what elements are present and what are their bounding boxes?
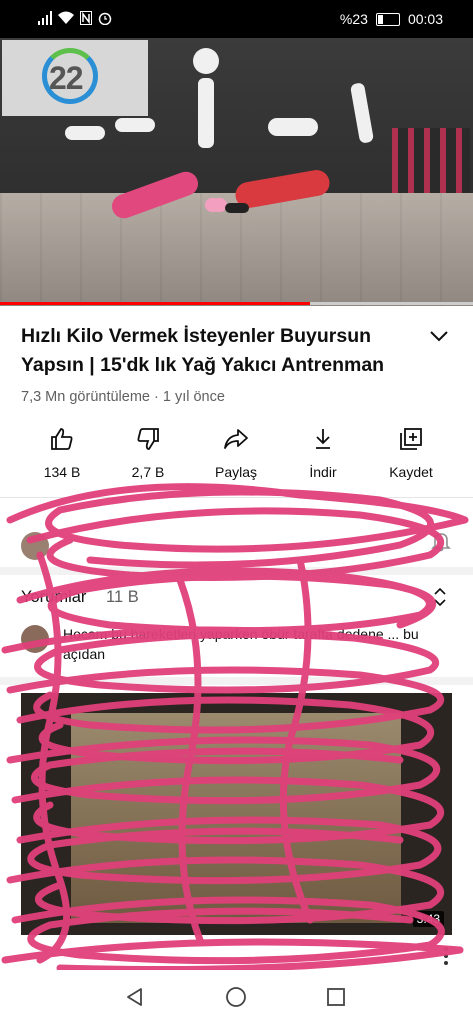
expand-icon[interactable]	[433, 586, 447, 608]
recents-icon[interactable]	[326, 987, 346, 1007]
channel-logo: 22	[2, 40, 148, 116]
status-bar: %23 00:03	[0, 0, 473, 38]
wifi-icon	[58, 11, 74, 24]
action-bar: 134 B 2,7 B Paylaş İndir Kaydet	[0, 420, 473, 490]
share-icon	[224, 429, 248, 449]
clock: 00:03	[407, 11, 443, 27]
comments-count: 11 B	[106, 588, 139, 606]
download-button[interactable]: İndir	[280, 420, 366, 480]
bell-icon[interactable]	[430, 530, 452, 552]
top-comment: Hocam bu hareketleri yaparken öbür taraf…	[63, 626, 419, 662]
download-icon	[316, 429, 330, 449]
progress-fill	[0, 302, 310, 305]
video-duration: 3:43	[412, 911, 444, 927]
next-video-thumbnail[interactable]: 3:43	[21, 693, 452, 935]
video-player[interactable]: 22	[0, 38, 473, 306]
video-meta: 7,3 Mn görüntüleme · 1 yıl önce	[21, 389, 225, 405]
chevron-down-icon[interactable]	[428, 328, 450, 344]
save-button[interactable]: Kaydet	[368, 420, 454, 480]
commenter-avatar	[21, 625, 49, 653]
video-progress-bar[interactable]	[0, 302, 473, 305]
alarm-icon	[98, 12, 112, 25]
nfc-icon	[80, 11, 92, 25]
like-button[interactable]: 134 B	[19, 420, 105, 480]
system-nav-bar	[0, 970, 473, 1024]
save-icon	[400, 428, 422, 450]
dislike-icon	[137, 428, 159, 450]
comments-label: Yorumlar	[21, 588, 87, 606]
video-title[interactable]: Hızlı Kilo Vermek İsteyenler Buyursun Ya…	[21, 322, 421, 380]
home-icon[interactable]	[225, 986, 247, 1008]
like-icon	[51, 428, 73, 450]
share-button[interactable]: Paylaş	[193, 420, 279, 480]
dislike-button[interactable]: 2,7 B	[105, 420, 191, 480]
battery-percent: %23	[339, 11, 368, 27]
back-icon[interactable]	[124, 986, 146, 1008]
more-options-icon[interactable]	[444, 947, 448, 965]
battery-icon	[375, 12, 400, 26]
signal-icon	[38, 11, 52, 25]
channel-avatar[interactable]	[21, 532, 49, 560]
